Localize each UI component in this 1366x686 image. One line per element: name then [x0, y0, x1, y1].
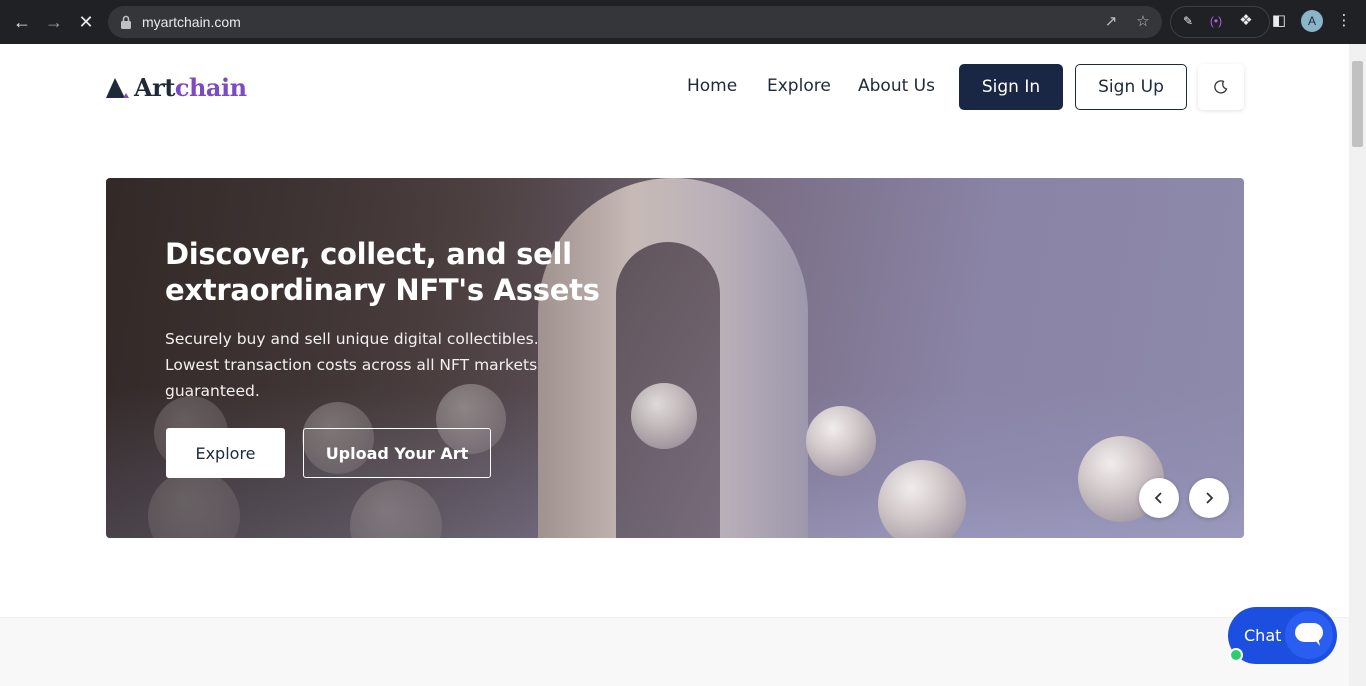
chat-bubble-icon: [1285, 611, 1333, 659]
hero-sphere: [806, 406, 876, 476]
online-status-dot: [1229, 648, 1243, 662]
hero-description: Securely buy and sell unique digital col…: [165, 330, 539, 400]
theme-toggle-button[interactable]: [1198, 64, 1244, 110]
next-section: [0, 617, 1349, 686]
hero-explore-button[interactable]: Explore: [166, 428, 285, 478]
chevron-left-icon: [1154, 492, 1162, 504]
scrollbar-thumb[interactable]: [1352, 61, 1363, 147]
nav-explore[interactable]: Explore: [767, 76, 831, 96]
nav-home[interactable]: Home: [687, 76, 737, 96]
sign-up-button[interactable]: Sign Up: [1075, 64, 1187, 110]
stop-loading-icon[interactable]: ✕: [72, 8, 100, 36]
carousel-prev-button[interactable]: [1139, 478, 1179, 518]
site-logo[interactable]: Art chain: [106, 72, 247, 102]
artchain-logo-icon: [106, 78, 129, 98]
back-icon[interactable]: ←: [8, 8, 36, 36]
extension-pen-icon[interactable]: ✎: [1177, 10, 1199, 32]
hero-carousel: Discover, collect, and sell extraordinar…: [106, 178, 1244, 538]
nav-about-us[interactable]: About Us: [858, 76, 935, 96]
side-panel-icon[interactable]: ◧: [1268, 10, 1290, 32]
page-viewport: Art chain Home Explore About Us Sign In …: [0, 44, 1349, 686]
logo-text-art: Art: [134, 72, 175, 102]
extensions-puzzle-icon[interactable]: ❖: [1235, 10, 1257, 32]
chat-label: Chat: [1244, 626, 1282, 645]
extensions-area: ✎ (•) ❖: [1170, 6, 1270, 38]
address-bar[interactable]: myartchain.com ↗ ☆: [108, 6, 1162, 38]
browser-toolbar: ← → ✕ myartchain.com ↗ ☆ ✎ (•) ❖ ◧ A ⋮: [0, 0, 1366, 44]
profile-avatar[interactable]: A: [1301, 10, 1323, 32]
chat-widget-button[interactable]: Chat: [1228, 607, 1337, 664]
extension-code-icon[interactable]: (•): [1205, 10, 1227, 32]
sign-in-button[interactable]: Sign In: [959, 64, 1063, 110]
share-icon[interactable]: ↗: [1102, 13, 1120, 31]
logo-text-chain: chain: [174, 72, 247, 102]
hero-title: Discover, collect, and sell extraordinar…: [165, 237, 600, 307]
url-text: myartchain.com: [142, 14, 241, 30]
bookmark-star-icon[interactable]: ☆: [1134, 13, 1152, 31]
menu-kebab-icon[interactable]: ⋮: [1333, 10, 1355, 32]
chevron-right-icon: [1206, 492, 1214, 504]
moon-icon: [1214, 80, 1228, 94]
forward-icon[interactable]: →: [40, 8, 68, 36]
hero-sphere: [878, 460, 966, 538]
carousel-next-button[interactable]: [1189, 478, 1229, 518]
lock-icon: [121, 15, 131, 29]
page-scrollbar[interactable]: [1349, 44, 1366, 686]
upload-your-art-button[interactable]: Upload Your Art: [303, 428, 491, 478]
